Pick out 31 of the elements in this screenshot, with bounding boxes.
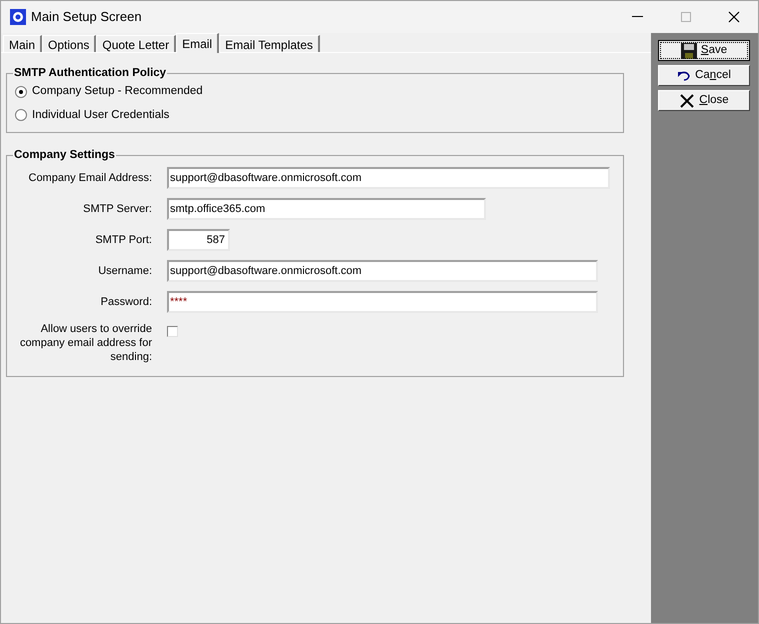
input-field[interactable]: support@dbasoftware.onmicrosoft.com [167, 167, 610, 190]
radio-button[interactable] [15, 109, 27, 122]
cancel-button[interactable]: Cancel [658, 65, 750, 86]
input-field[interactable]: smtp.office365.com [167, 198, 486, 220]
group-title: SMTP Authentication Policy [13, 66, 168, 81]
checkbox[interactable] [167, 326, 178, 338]
minimize-icon[interactable] [632, 16, 644, 18]
field-label: Allow users to override company email address for sending: [18, 322, 152, 364]
radio-label: Company Setup - Recommended [32, 84, 203, 100]
close-icon[interactable] [728, 11, 740, 23]
tab[interactable]: Email [176, 33, 220, 53]
close-icon [679, 94, 696, 108]
input-field[interactable]: 587 [167, 229, 230, 252]
input-field[interactable]: **** [167, 291, 598, 314]
group-title: Company Settings [13, 148, 116, 163]
field-label: Username: [97, 264, 152, 280]
field-label: SMTP Port: [94, 233, 152, 248]
radio-label: Individual User Credentials [32, 108, 170, 122]
tab[interactable]: Main [3, 35, 42, 52]
save-button[interactable]: Save [658, 40, 750, 61]
undo-icon [677, 70, 692, 80]
field-label: SMTP Server: [82, 202, 152, 218]
window-title: Main Setup Screen [31, 8, 142, 26]
radio-button[interactable] [15, 86, 27, 98]
field-label: Company Email Address: [28, 171, 152, 186]
tab[interactable]: Options [42, 35, 96, 52]
input-field[interactable]: support@dbasoftware.onmicrosoft.com [167, 260, 598, 282]
tab[interactable]: Email Templates [219, 35, 320, 52]
field-label: Password: [100, 295, 152, 310]
close-button[interactable]: Close [658, 90, 750, 111]
app-icon [10, 9, 26, 25]
